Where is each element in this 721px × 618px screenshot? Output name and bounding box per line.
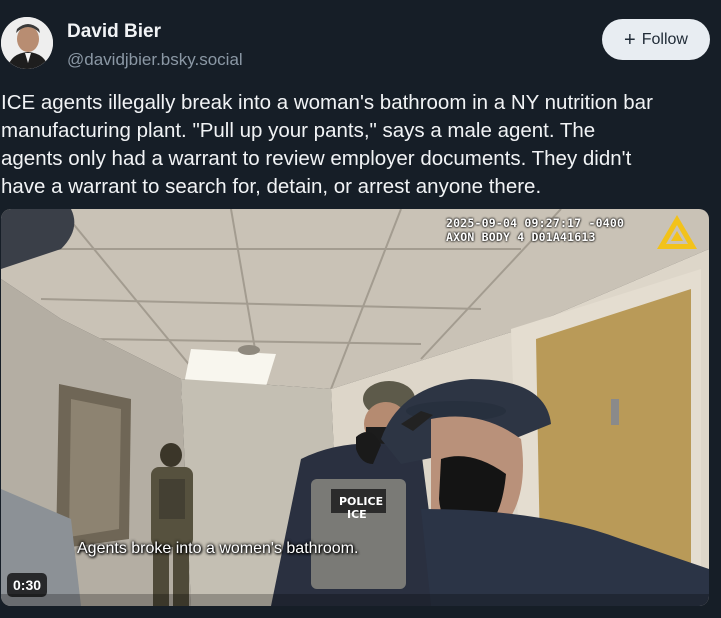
post-text-line: ICE agents illegally break into a woman'…: [1, 91, 653, 114]
video-caption: Agents broke into a women's bathroom.: [77, 540, 359, 557]
bodycam-device-id: AXON BODY 4 D01A41613: [446, 230, 596, 244]
video-duration-badge: 0:30: [7, 573, 48, 597]
author-handle[interactable]: @davidjbier.bsky.social: [67, 48, 243, 72]
bodycam-overlay: 2025-09-04 09:27:17 -0400 AXON BODY 4 D0…: [446, 216, 624, 244]
vest-label-ice: ICE: [347, 508, 367, 521]
author-block: David Bier @davidjbier.bsky.social: [67, 20, 243, 72]
vest-label-police: POLICE: [339, 495, 383, 508]
follow-button-label: Follow: [641, 30, 688, 48]
bodycam-timestamp: 2025-09-04 09:27:17 -0400: [446, 216, 625, 230]
author-display-name[interactable]: David Bier: [67, 20, 243, 44]
post-card: David Bier @davidjbier.bsky.social + Fol…: [0, 0, 721, 618]
post-text-line: manufacturing plant. "Pull up your pants…: [1, 119, 596, 142]
follow-button[interactable]: + Follow: [602, 19, 710, 60]
post-text: ICE agents illegally break into a woman'…: [1, 89, 713, 201]
video-player[interactable]: POLICE ICE 2025-09-04 09:27:17 -0400 AXO…: [1, 209, 709, 606]
post-text-line: agents only had a warrant to review empl…: [1, 147, 632, 170]
avatar[interactable]: [1, 17, 53, 69]
post-text-line: have a warrant to search for, detain, or…: [1, 175, 542, 198]
plus-icon: +: [624, 28, 636, 51]
axon-logo-icon: [655, 213, 699, 251]
